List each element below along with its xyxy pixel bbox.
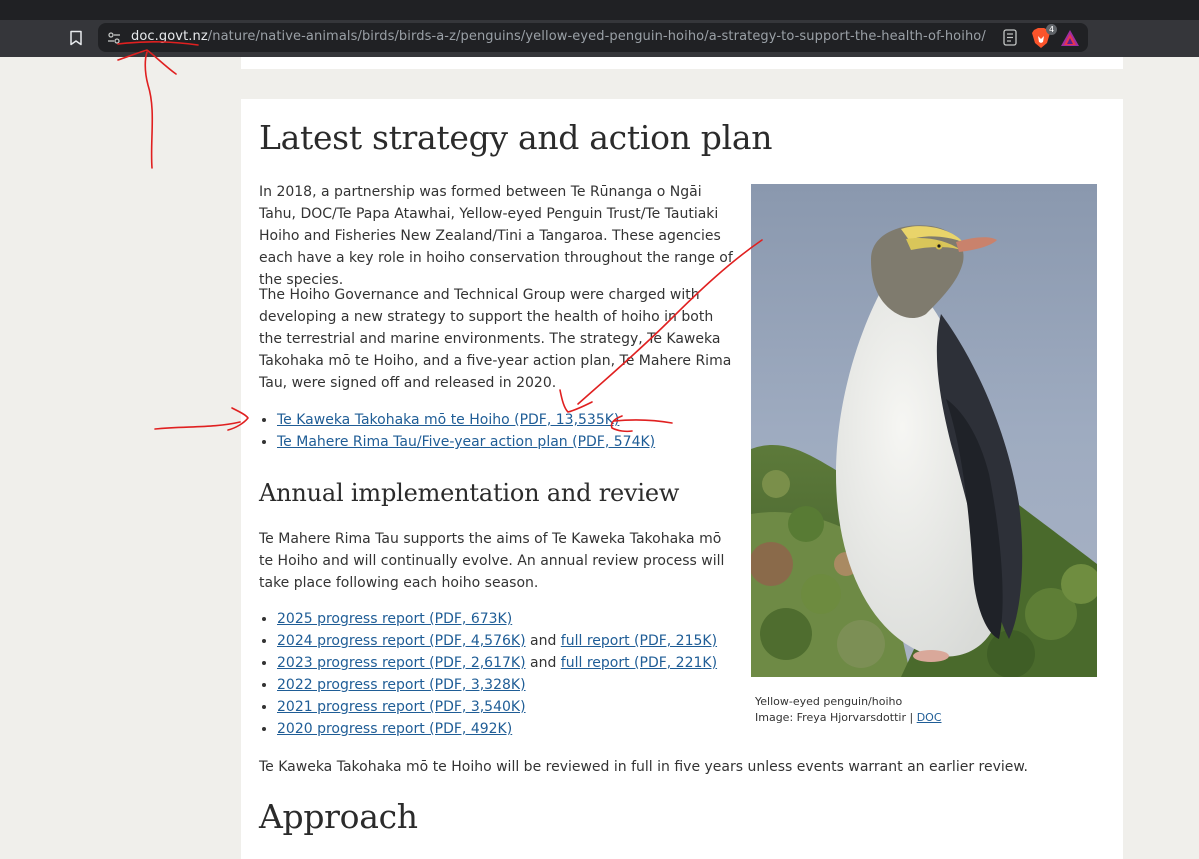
list-item: Te Mahere Rima Tau/Five-year action plan…: [277, 431, 655, 453]
annual-review-heading: Annual implementation and review: [259, 479, 680, 507]
bookmark-icon[interactable]: [66, 28, 86, 48]
list-item: 2022 progress report (PDF, 3,328K): [277, 674, 717, 696]
address-bar[interactable]: doc.govt.nz/nature/native-animals/birds/…: [98, 23, 1088, 52]
caption-title: Yellow-eyed penguin/hoiho: [755, 695, 903, 708]
review-note-paragraph: Te Kaweka Takohaka mō te Hoiho will be r…: [259, 759, 1028, 775]
annual-review-paragraph: Te Mahere Rima Tau supports the aims of …: [259, 531, 725, 591]
strategy-pdf-link[interactable]: Te Kaweka Takohaka mō te Hoiho (PDF, 13,…: [277, 412, 619, 428]
list-item: 2023 progress report (PDF, 2,617K) and f…: [277, 652, 717, 674]
list-item: 2021 progress report (PDF, 3,540K): [277, 696, 717, 718]
progress-reports-list: 2025 progress report (PDF, 673K) 2024 pr…: [259, 608, 717, 740]
report-2021-link[interactable]: 2021 progress report (PDF, 3,540K): [277, 699, 526, 715]
list-item: 2024 progress report (PDF, 4,576K) and f…: [277, 630, 717, 652]
strategy-paragraph: The Hoiho Governance and Technical Group…: [259, 287, 732, 391]
approach-heading: Approach: [259, 797, 418, 836]
report-2020-link[interactable]: 2020 progress report (PDF, 492K): [277, 721, 512, 737]
action-plan-pdf-link[interactable]: Te Mahere Rima Tau/Five-year action plan…: [277, 434, 655, 450]
report-joiner: and: [525, 633, 561, 649]
photo-caption: Yellow-eyed penguin/hoiho Image: Freya H…: [755, 694, 942, 726]
list-item: 2020 progress report (PDF, 492K): [277, 718, 717, 740]
tab-strip: [0, 0, 1199, 20]
left-arrow-mark: [154, 421, 241, 430]
list-item: Te Kaweka Takohaka mō te Hoiho (PDF, 13,…: [277, 409, 655, 431]
brave-rewards-icon[interactable]: [1060, 28, 1080, 48]
url-host: doc.govt.nz: [131, 29, 208, 44]
previous-section-card: [241, 57, 1123, 69]
list-item: 2025 progress report (PDF, 673K): [277, 608, 717, 630]
reader-mode-icon[interactable]: [1003, 29, 1019, 47]
plan-links-list: Te Kaweka Takohaka mō te Hoiho (PDF, 13,…: [259, 409, 655, 453]
doc-credit-link[interactable]: DOC: [917, 711, 942, 724]
full-report-2023-link[interactable]: full report (PDF, 221K): [561, 655, 717, 671]
intro-paragraph: In 2018, a partnership was formed betwee…: [259, 184, 733, 288]
caption-credit: Image: Freya Hjorvarsdottir |: [755, 711, 917, 724]
browser-toolbar: doc.govt.nz/nature/native-animals/birds/…: [0, 20, 1199, 57]
full-report-2024-link[interactable]: full report (PDF, 215K): [561, 633, 717, 649]
penguin-photo: [751, 184, 1097, 677]
report-2023-link[interactable]: 2023 progress report (PDF, 2,617K): [277, 655, 526, 671]
caption-credit-line: Image: Freya Hjorvarsdottir | DOC: [755, 710, 942, 726]
report-2024-link[interactable]: 2024 progress report (PDF, 4,576K): [277, 633, 526, 649]
report-joiner: and: [525, 655, 561, 671]
report-2025-link[interactable]: 2025 progress report (PDF, 673K): [277, 611, 512, 627]
report-2022-link[interactable]: 2022 progress report (PDF, 3,328K): [277, 677, 526, 693]
shield-count-badge: 4: [1046, 24, 1058, 35]
url-text[interactable]: doc.govt.nz/nature/native-animals/birds/…: [131, 29, 986, 44]
site-info-icon[interactable]: [106, 30, 122, 46]
page-section-heading: Latest strategy and action plan: [259, 118, 773, 157]
url-arrow-shaft-mark: [144, 51, 154, 169]
url-path: /nature/native-animals/birds/birds-a-z/p…: [207, 29, 986, 44]
